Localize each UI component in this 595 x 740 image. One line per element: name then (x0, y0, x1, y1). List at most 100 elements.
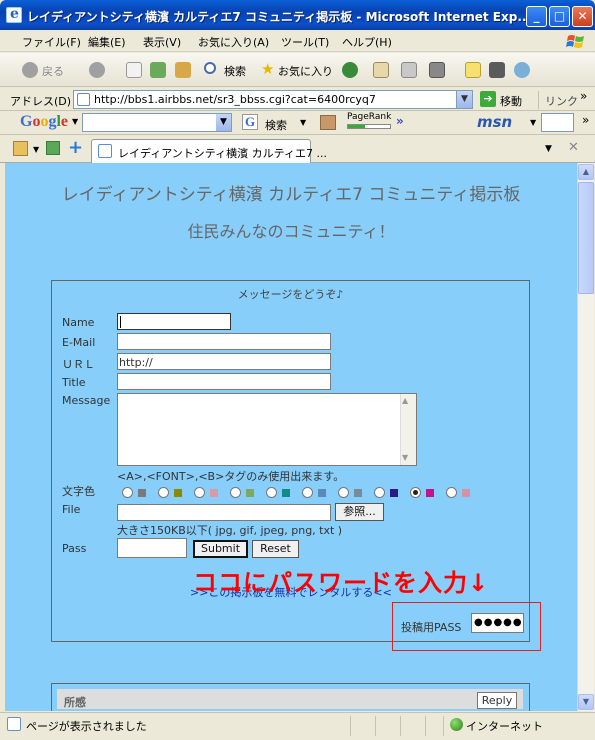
color-radio[interactable] (158, 487, 169, 498)
menu-file[interactable]: ファイル(F) (22, 34, 81, 50)
message-textarea[interactable] (117, 393, 417, 466)
post-pass-label: 投稿用PASS (401, 621, 462, 634)
page-status-icon (7, 717, 21, 731)
divider (443, 716, 444, 736)
divider (425, 716, 426, 736)
submit-button[interactable]: Submit (193, 540, 248, 558)
chevron-right-icon[interactable]: » (580, 89, 587, 103)
links-label[interactable]: リンク (545, 93, 578, 109)
color-swatch (354, 489, 362, 497)
notes-icon[interactable] (465, 62, 481, 78)
research-icon[interactable] (489, 62, 505, 78)
menu-view[interactable]: 表示(V) (143, 34, 181, 50)
print-icon[interactable] (401, 62, 417, 78)
menu-edit[interactable]: 編集(E) (88, 34, 126, 50)
file-note: 大きさ150KB以下( jpg, gif, jpeg, png, txt ) (117, 524, 343, 537)
color-radio[interactable] (230, 487, 241, 498)
menu-help[interactable]: ヘルプ(H) (342, 34, 392, 50)
pagerank-label: PageRank (347, 112, 392, 122)
scroll-thumb[interactable] (578, 182, 594, 294)
post-pass-input[interactable]: ●●●●● (471, 613, 524, 633)
back-button[interactable]: 戻る (42, 63, 64, 79)
google-g-icon[interactable]: G (242, 114, 258, 130)
color-label: 文字色 (62, 485, 95, 498)
tab-list-dropdown-icon[interactable]: ▼ (545, 144, 552, 154)
favorites-button[interactable]: お気に入り (278, 63, 333, 79)
go-arrow-icon[interactable]: ➔ (480, 91, 496, 107)
color-radio[interactable] (194, 487, 205, 498)
more-chevron[interactable]: » (396, 114, 404, 128)
ie-app-icon (6, 6, 22, 23)
color-swatch (138, 489, 146, 497)
home-tab-icon[interactable] (13, 141, 28, 156)
forward-arrow-icon[interactable] (89, 62, 105, 78)
post-title: 所感 (64, 696, 86, 709)
color-swatch (174, 489, 182, 497)
go-button[interactable]: 移動 (500, 93, 522, 109)
pass-label: Pass (62, 542, 87, 555)
favorites-star-icon[interactable]: ★ (261, 60, 274, 78)
message-label: Message (62, 394, 111, 407)
scroll-down-icon[interactable]: ▼ (578, 694, 594, 710)
title-label: Title (62, 376, 86, 389)
google-menu-icon[interactable]: ▼ (72, 117, 78, 126)
address-label: アドレス(D) (10, 95, 72, 108)
page-subtitle: 住民みんなのコミュニティ！ (187, 222, 395, 241)
url-label: ＵＲＬ (62, 358, 95, 371)
color-radio[interactable] (302, 487, 313, 498)
close-button[interactable]: ✕ (572, 6, 593, 27)
quick-tabs-icon[interactable] (46, 141, 60, 155)
scroll-up-icon[interactable]: ▲ (402, 396, 408, 405)
search-icon[interactable] (204, 62, 216, 74)
home-icon[interactable] (175, 62, 191, 78)
color-radio[interactable] (446, 487, 457, 498)
msn-dropdown-icon[interactable]: ▼ (530, 118, 536, 127)
google-search-button[interactable]: 検索 (265, 117, 287, 133)
color-radio[interactable] (266, 487, 277, 498)
msn-search-input[interactable] (541, 113, 574, 132)
stop-icon[interactable] (126, 62, 142, 78)
close-tab-icon[interactable]: ✕ (568, 140, 579, 155)
pass-input[interactable] (117, 538, 187, 558)
scroll-up-icon[interactable]: ▲ (578, 164, 594, 180)
google-logo[interactable]: Google (20, 113, 68, 131)
messenger-icon[interactable] (514, 62, 530, 78)
msn-logo[interactable]: msn (477, 113, 512, 131)
scroll-down-icon[interactable]: ▼ (402, 453, 408, 462)
google-search-input[interactable] (82, 113, 232, 132)
address-url[interactable]: http://bbs1.airbbs.net/sr3_bbss.cgi?cat=… (94, 93, 376, 106)
page-icon (77, 93, 90, 106)
email-input[interactable] (117, 333, 331, 350)
edit-icon[interactable] (429, 62, 445, 78)
home-dropdown-icon[interactable]: ▼ (33, 145, 39, 154)
file-input[interactable] (117, 504, 331, 521)
blocker-icon[interactable] (320, 115, 336, 130)
back-arrow-icon[interactable] (22, 62, 38, 78)
chevron-right-icon[interactable]: » (582, 113, 589, 127)
color-radio[interactable] (122, 487, 133, 498)
search-button[interactable]: 検索 (224, 63, 246, 79)
minimize-button[interactable]: _ (526, 6, 547, 27)
google-dropdown-icon[interactable]: ▼ (216, 114, 231, 131)
menu-favorites[interactable]: お気に入り(A) (198, 34, 269, 50)
google-search-dropdown-icon[interactable]: ▼ (300, 118, 306, 127)
menu-tools[interactable]: ツール(T) (281, 34, 329, 50)
history-icon[interactable] (342, 62, 358, 78)
color-radio[interactable] (338, 487, 349, 498)
new-tab-plus-icon[interactable]: + (68, 137, 83, 158)
address-dropdown-icon[interactable]: ▼ (456, 91, 472, 108)
form-header: メッセージをどうぞ♪ (237, 288, 344, 301)
title-input[interactable] (117, 373, 331, 390)
color-swatch (318, 489, 326, 497)
reset-button[interactable]: Reset (252, 540, 299, 558)
color-radio[interactable] (374, 487, 385, 498)
color-radio[interactable] (410, 487, 421, 498)
browse-button[interactable]: 参照... (335, 503, 384, 521)
reply-button[interactable]: Reply (477, 692, 517, 709)
maximize-button[interactable]: □ (549, 6, 570, 27)
refresh-icon[interactable] (150, 62, 166, 78)
tab-title[interactable]: レイディアントシティ横濱 カルティエ7 ... (118, 145, 327, 161)
name-input[interactable] (117, 313, 231, 330)
mail-icon[interactable] (373, 62, 389, 78)
email-label: E-Mail (62, 336, 96, 349)
